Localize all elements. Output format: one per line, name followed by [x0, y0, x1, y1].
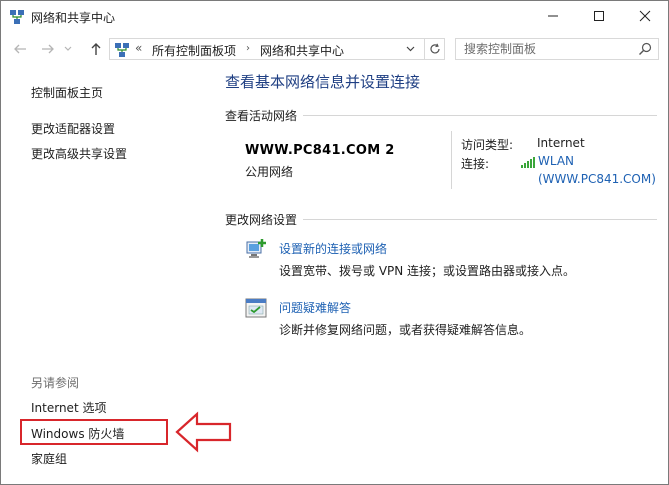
active-networks-section-header: 查看活动网络 [225, 107, 657, 124]
address-dropdown-button[interactable] [406, 44, 415, 55]
forward-button[interactable] [37, 38, 59, 60]
vertical-divider [451, 131, 452, 189]
maximize-button[interactable] [576, 1, 622, 31]
arrow-up-icon [91, 43, 101, 55]
minimize-button[interactable] [530, 1, 576, 31]
homegroup-link[interactable]: 家庭组 [31, 450, 67, 467]
change-settings-heading: 更改网络设置 [225, 211, 304, 228]
search-input[interactable] [464, 41, 634, 57]
up-button[interactable] [85, 38, 107, 60]
main-pane: 查看基本网络信息并设置连接 查看活动网络 WWW.PC841.COM 2 公用网… [225, 65, 665, 484]
address-overflow[interactable]: « [135, 41, 142, 55]
control-panel-icon [115, 43, 129, 57]
change-settings-section-header: 更改网络设置 [225, 211, 657, 228]
arrow-left-icon [14, 44, 26, 54]
title-bar: 网络和共享中心 [1, 1, 668, 33]
see-also-heading: 另请参阅 [31, 376, 80, 390]
refresh-button[interactable] [425, 38, 445, 60]
chevron-down-icon [64, 46, 72, 51]
access-type-value: Internet [537, 136, 585, 150]
maximize-icon [594, 11, 604, 21]
active-networks-heading: 查看活动网络 [225, 107, 304, 124]
network-type-link[interactable]: 公用网络 [245, 163, 293, 180]
breadcrumb-separator[interactable]: › [246, 43, 250, 54]
network-name: WWW.PC841.COM 2 [245, 143, 395, 158]
setup-new-connection-description: 设置宽带、拨号或 VPN 连接；或设置路由器或接入点。 [279, 264, 576, 278]
connections-label: 连接: [461, 157, 490, 171]
troubleshoot-icon [245, 298, 267, 318]
wlan-connection-ssid-link[interactable]: (WWW.PC841.COM) [538, 172, 656, 186]
chevron-down-icon [406, 46, 415, 52]
refresh-icon [429, 43, 440, 54]
change-advanced-sharing-link[interactable]: 更改高级共享设置 [31, 145, 127, 162]
navigation-bar: « 所有控制面板项 › 网络和共享中心 [1, 34, 668, 64]
wlan-connection-link[interactable]: WLAN [538, 154, 574, 168]
troubleshoot-problems-link[interactable]: 问题疑难解答 [279, 299, 351, 316]
access-type-label: 访问类型: [461, 138, 514, 152]
wifi-signal-icon [521, 157, 535, 168]
address-bar[interactable]: « 所有控制面板项 › 网络和共享中心 [109, 38, 425, 60]
search-box[interactable] [455, 38, 659, 60]
network-sharing-center-window: 网络和共享中心 « 所有控制面板项 › 网络和共享中心 搜索控制面板 控制面板主… [0, 0, 669, 485]
back-button[interactable] [9, 38, 31, 60]
internet-options-link[interactable]: Internet 选项 [31, 399, 106, 416]
network-icon [10, 10, 24, 24]
new-connection-icon [246, 239, 266, 258]
recent-locations-button[interactable] [61, 38, 75, 60]
firewall-highlight-box [20, 419, 168, 445]
breadcrumb-network-sharing-center[interactable]: 网络和共享中心 [260, 42, 344, 59]
close-button[interactable] [622, 1, 668, 31]
troubleshoot-problems-description: 诊断并修复网络问题，或者获得疑难解答信息。 [279, 323, 532, 337]
window-title: 网络和共享中心 [31, 11, 116, 25]
search-icon[interactable] [638, 42, 652, 56]
breadcrumb-all-control-panel-items[interactable]: 所有控制面板项 [152, 42, 236, 59]
page-title: 查看基本网络信息并设置连接 [225, 73, 421, 91]
close-icon [639, 10, 651, 22]
control-panel-home-link[interactable]: 控制面板主页 [31, 84, 103, 101]
change-adapter-settings-link[interactable]: 更改适配器设置 [31, 120, 115, 137]
setup-new-connection-link[interactable]: 设置新的连接或网络 [279, 240, 387, 257]
minimize-icon [548, 15, 558, 17]
arrow-right-icon [42, 44, 54, 54]
